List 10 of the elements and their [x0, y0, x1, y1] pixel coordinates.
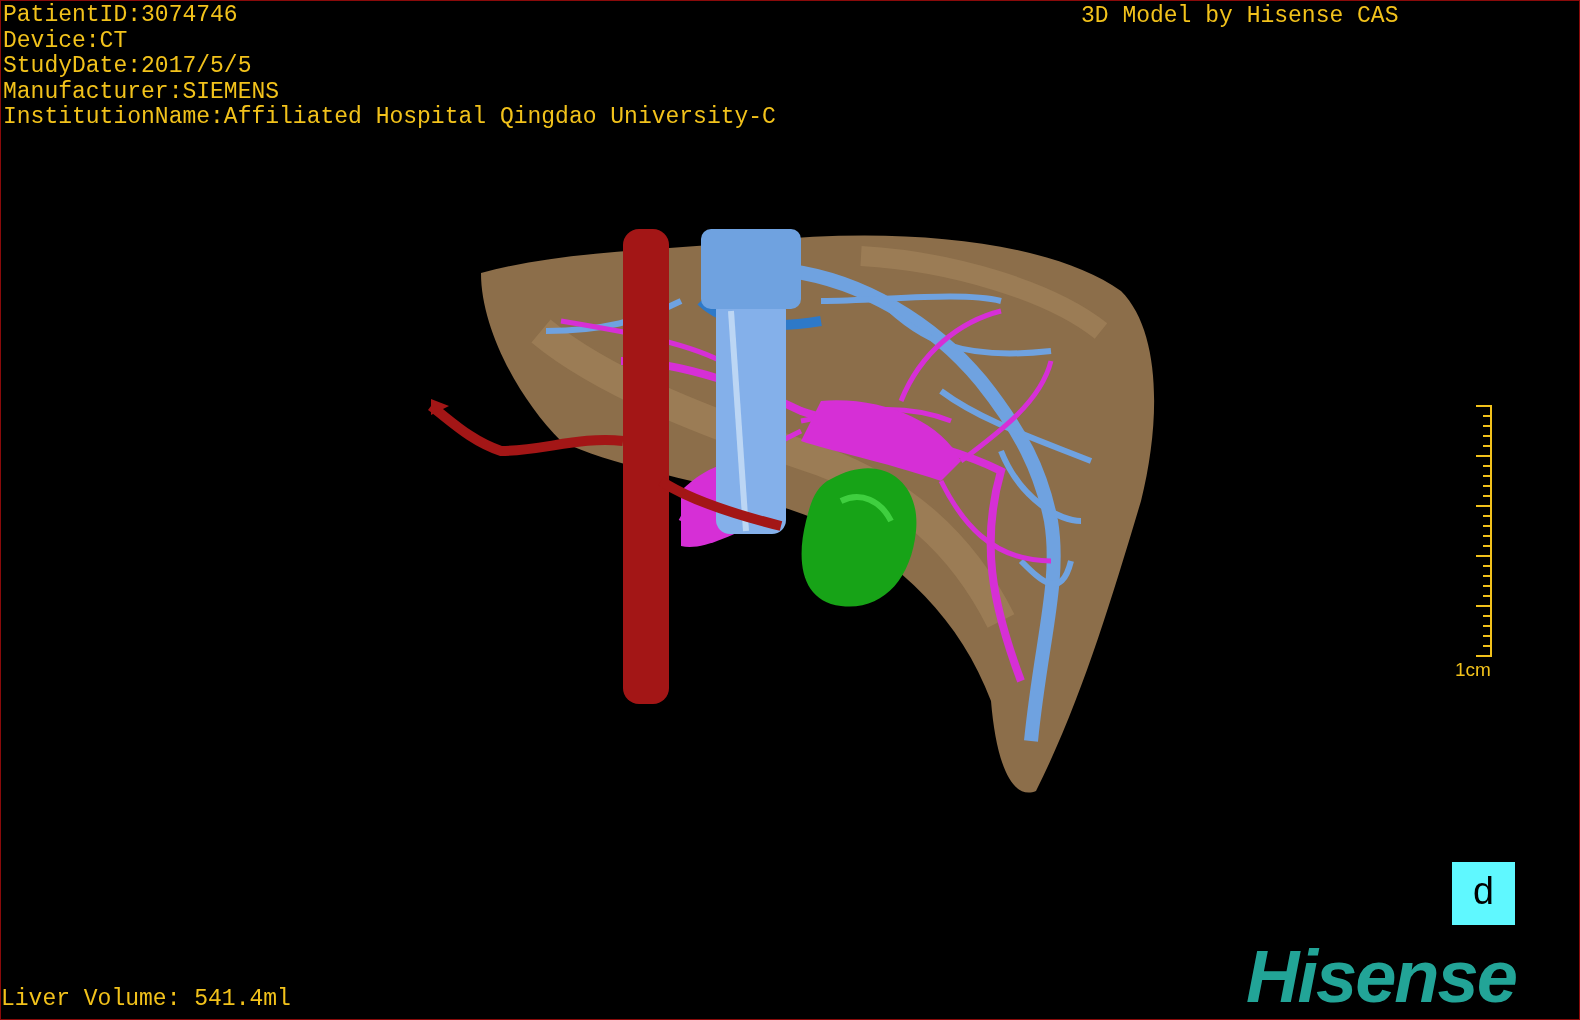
patient-info-line: InstitutionName:Affiliated Hospital Qingdao University-C — [3, 105, 776, 131]
patient-info-line: Device:CT — [3, 28, 129, 54]
patient-info-line: PatientID:3074746 — [3, 3, 239, 29]
orientation-cube[interactable]: d — [1452, 862, 1515, 925]
patient-info-line: StudyDate:2017/5/5 — [3, 54, 253, 80]
liver-volume-text: Liver Volume: 541.4ml — [1, 986, 291, 1012]
patient-info-line: Manufacturer:SIEMENS — [3, 79, 281, 105]
hisense-logo: Hisense — [1246, 939, 1516, 1015]
scale-label: 1cm — [1455, 659, 1491, 681]
viewer-title: 3D Model by Hisense CAS — [1081, 3, 1399, 29]
